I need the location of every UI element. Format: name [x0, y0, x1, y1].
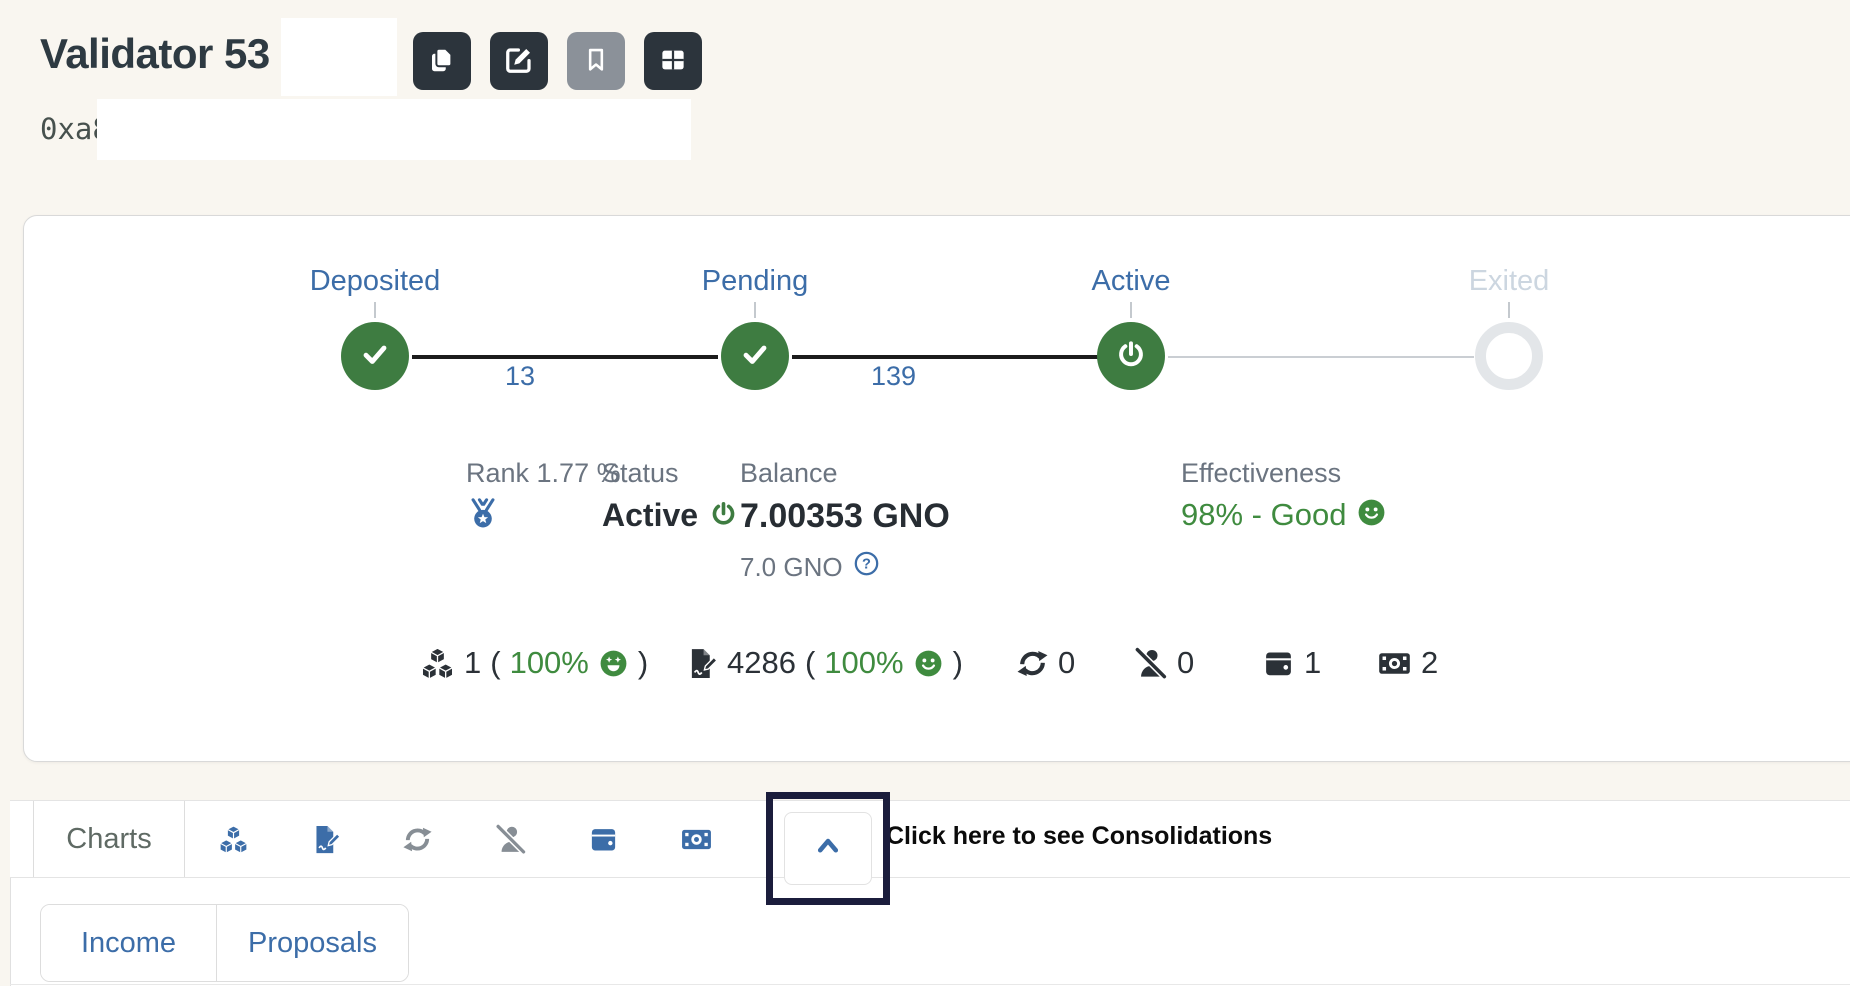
step-circle-active [1097, 322, 1165, 390]
effective-balance-value: 7.0 GNO [740, 552, 843, 583]
tab-income[interactable]: Income [41, 905, 216, 981]
wallet-icon [1262, 647, 1295, 680]
redaction-mask [920, 372, 1062, 406]
smiley-icon [1356, 497, 1387, 533]
step-tick [1130, 302, 1132, 318]
table-view-button[interactable] [644, 32, 702, 90]
effectiveness-value: 98% - Good [1181, 497, 1346, 533]
slashings-value: 0 [1177, 645, 1194, 681]
page-title: Validator 53 [40, 30, 270, 78]
step-label-deposited: Deposited [310, 265, 441, 298]
divider [10, 984, 1850, 985]
paren: ( [805, 645, 815, 681]
rotate-icon[interactable] [402, 824, 433, 855]
annotation-highlight-box [766, 792, 890, 905]
charts-icon-tabs [218, 823, 713, 856]
withdrawals-counter: 1 [1262, 645, 1321, 681]
svg-text:?: ? [862, 557, 871, 573]
paren: ( [490, 645, 500, 681]
edit-icon [504, 45, 534, 78]
validator-page: Validator 53 0xa8 [0, 0, 1850, 986]
smiley-icon [913, 648, 944, 679]
redaction-mask [281, 18, 397, 96]
step-circle-exited [1475, 322, 1543, 390]
slashings-counter: 0 [1133, 645, 1194, 681]
money-bill-icon[interactable] [680, 823, 713, 856]
cubes-icon[interactable] [218, 824, 249, 855]
copy-icon [427, 45, 457, 78]
rank-label: Rank 1.77 % [466, 458, 621, 489]
redaction-mask [97, 99, 691, 160]
epoch-value: 139 [871, 361, 916, 392]
chart-subtabs: Income Proposals [40, 904, 409, 982]
balance-stat: Balance 7.00353 GNO 7.0 GNO ? [740, 458, 950, 584]
user-slash-icon[interactable] [494, 823, 527, 856]
effectiveness-label: Effectiveness [1181, 458, 1387, 489]
paren: ) [953, 645, 963, 681]
power-icon [708, 498, 739, 534]
blocks-counter: 1(100% ) [420, 645, 648, 681]
step-tick [374, 302, 376, 318]
star-smiley-icon [598, 648, 629, 679]
user-slash-icon [1133, 646, 1168, 681]
step-tick [1508, 302, 1510, 318]
attestations-value: 4286 [727, 645, 796, 681]
file-signature-icon[interactable] [310, 824, 341, 855]
balance-label: Balance [740, 458, 950, 489]
file-signature-icon [685, 647, 718, 680]
wallet-icon[interactable] [588, 824, 619, 855]
status-label: Status [602, 458, 739, 489]
sync-value: 0 [1058, 645, 1075, 681]
bookmark-button[interactable] [567, 32, 625, 90]
paren: ) [638, 645, 648, 681]
check-icon [357, 336, 393, 377]
epoch-value: 13 [505, 361, 535, 392]
step-connector [1168, 356, 1474, 358]
status-stat: Status Active [602, 458, 739, 534]
tab-charts: Charts [33, 801, 185, 877]
redaction-mask [508, 488, 572, 560]
attestations-counter: 4286(100% ) [685, 645, 963, 681]
redaction-mask [537, 366, 712, 396]
blocks-value: 1 [464, 645, 481, 681]
power-icon [1114, 337, 1148, 376]
sync-counter: 0 [1016, 645, 1075, 681]
step-connector [792, 355, 1098, 359]
step-label-pending: Pending [702, 265, 808, 298]
rotate-icon [1016, 647, 1049, 680]
deposits-value: 2 [1421, 645, 1438, 681]
step-circle-deposited [341, 322, 409, 390]
copy-button[interactable] [413, 32, 471, 90]
attestations-percent: 100% [824, 645, 903, 681]
step-connector [412, 355, 718, 359]
status-value: Active [602, 497, 698, 534]
table-icon [658, 45, 688, 78]
chevron-up-icon [811, 829, 845, 868]
step-tick [754, 302, 756, 318]
medal-icon [466, 497, 500, 536]
money-bill-icon [1377, 646, 1412, 681]
cubes-icon [420, 646, 455, 681]
blocks-percent: 100% [510, 645, 589, 681]
edit-button[interactable] [490, 32, 548, 90]
step-label-exited: Exited [1469, 265, 1550, 298]
consolidations-toggle-button[interactable] [784, 812, 872, 885]
tab-proposals[interactable]: Proposals [216, 905, 408, 981]
step-circle-pending [721, 322, 789, 390]
circle-question-icon[interactable]: ? [853, 550, 880, 584]
deposits-counter: 2 [1377, 645, 1438, 681]
effectiveness-stat: Effectiveness 98% - Good [1181, 458, 1387, 533]
balance-value: 7.00353 GNO [740, 497, 950, 536]
check-icon [737, 336, 773, 377]
step-label-active: Active [1092, 265, 1171, 298]
withdrawals-value: 1 [1304, 645, 1321, 681]
annotation-text: Click here to see Consolidations [886, 822, 1272, 851]
bookmark-icon [582, 46, 610, 77]
